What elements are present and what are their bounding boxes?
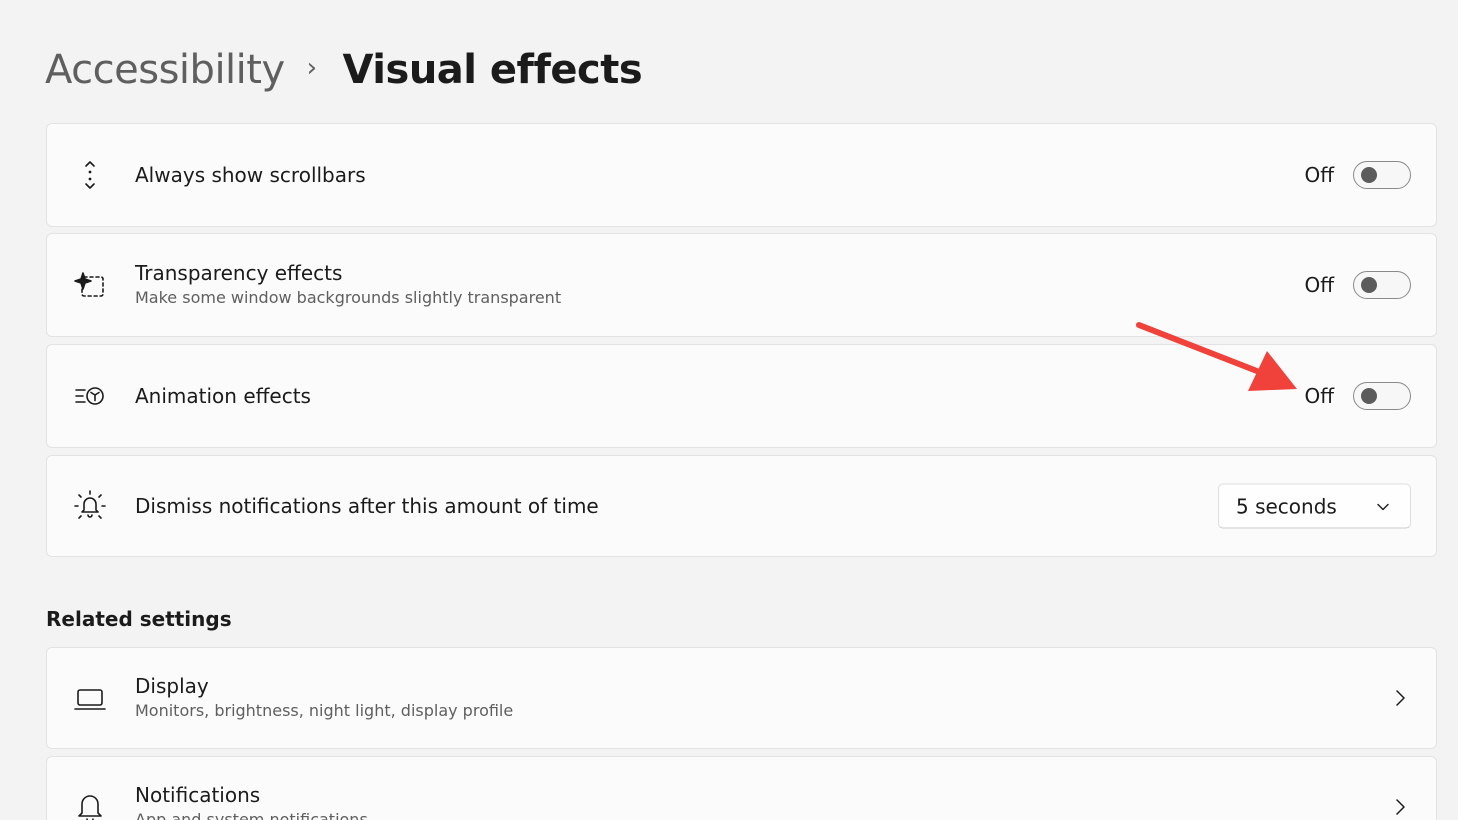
setting-title: Transparency effects [135,261,343,285]
chevron-right-icon [1396,799,1405,815]
display-icon [73,681,107,715]
dismiss-time-dropdown[interactable]: 5 seconds [1218,483,1411,529]
scrollbars-toggle[interactable] [1353,161,1411,189]
related-item-notifications[interactable]: Notifications App and system notificatio… [46,756,1437,820]
toggle-state-label: Off [1304,273,1334,297]
related-item-display[interactable]: Display Monitors, brightness, night ligh… [46,647,1437,749]
animation-toggle[interactable] [1353,382,1411,410]
setting-transparency-effects: Transparency effects Make some window ba… [46,233,1437,337]
toggle-state-label: Off [1304,163,1334,187]
breadcrumb-separator: › [306,53,317,83]
setting-text: Animation effects [135,383,311,409]
setting-description: Make some window backgrounds slightly tr… [135,288,562,307]
setting-title: Animation effects [135,384,311,408]
setting-always-show-scrollbars: Always show scrollbars Off [46,123,1437,227]
animation-icon [73,379,107,413]
notification-timer-icon [73,489,107,523]
dropdown-selected-value: 5 seconds [1236,494,1337,518]
toggle-knob [1361,277,1377,293]
setting-description: App and system notifications [135,810,368,820]
toggle-knob [1361,388,1377,404]
setting-title: Dismiss notifications after this amount … [135,494,599,518]
related-settings-heading: Related settings [46,607,232,631]
toggle-state-label: Off [1304,384,1334,408]
bell-icon [73,790,107,820]
setting-description: Monitors, brightness, night light, displ… [135,701,514,720]
setting-text: Transparency effects Make some window ba… [135,260,561,310]
page-title: Visual effects [342,47,643,93]
setting-title: Notifications [135,783,261,807]
breadcrumb-accessibility-link[interactable]: Accessibility [45,47,285,93]
setting-text: Notifications App and system notificatio… [135,782,368,820]
setting-text: Dismiss notifications after this amount … [135,493,599,519]
settings-page: Accessibility › Visual effects Always sh… [0,0,1458,820]
setting-dismiss-notifications: Dismiss notifications after this amount … [46,455,1437,557]
chevron-down-icon [1377,503,1389,510]
setting-text: Display Monitors, brightness, night ligh… [135,673,513,723]
transparency-toggle[interactable] [1353,271,1411,299]
setting-title: Always show scrollbars [135,163,366,187]
toggle-knob [1361,167,1377,183]
transparency-icon [73,268,107,302]
setting-animation-effects: Animation effects Off [46,344,1437,448]
scrollbar-icon [73,158,107,192]
setting-title: Display [135,674,209,698]
chevron-right-icon [1396,690,1405,706]
breadcrumb: Accessibility › Visual effects [45,40,643,100]
setting-text: Always show scrollbars [135,162,366,188]
